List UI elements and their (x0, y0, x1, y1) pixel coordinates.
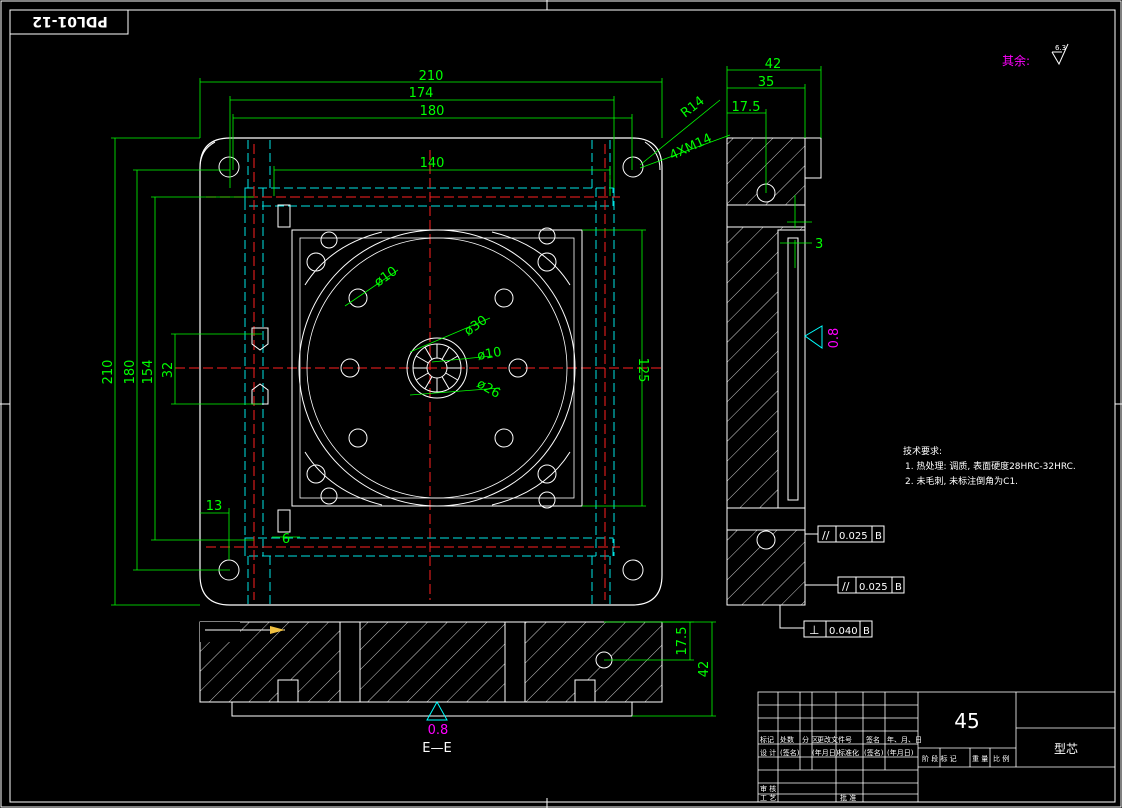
center-core (406, 337, 468, 399)
tb-r2-0: 设 计 (760, 748, 776, 757)
dim-dia-26: ø26 (474, 376, 503, 401)
tol-perp-sym: ⊥ (809, 623, 819, 637)
roughness-side-icon (804, 325, 823, 349)
tb-r1-1: 处数 (780, 735, 794, 744)
core-spoke (415, 355, 429, 364)
dim-dia-10-b: ø10 (476, 345, 503, 364)
rough-bottom-value: 0.8 (428, 723, 449, 738)
tb-r2-1: (签名) (780, 748, 800, 757)
dim-r14: R14 (678, 94, 707, 122)
tb-stage-0: 阶 段 标 记 (922, 754, 957, 763)
dim-side-17-5: 17.5 (732, 100, 761, 115)
core-spoke (445, 372, 459, 381)
tb-r1-2: 分 区 (802, 735, 818, 744)
core-spoke (441, 376, 450, 390)
roughness-note-value: 6.3 (1055, 44, 1066, 52)
dim-side-35: 35 (758, 75, 775, 90)
core-spoke (424, 376, 433, 390)
section-label: E—E (422, 741, 451, 756)
corner-hole-br (622, 559, 644, 581)
tb-r1-0: 标记 (760, 735, 774, 744)
dim-left-13: 13 (206, 499, 223, 514)
corner-hole-tr (622, 156, 644, 178)
section-view: 17.5 42 0.8 E—E (199, 621, 716, 756)
dim-dia-30: ø30 (462, 313, 491, 339)
tb-r2-2: (年月日) (812, 748, 839, 757)
dim-top-174: 174 (409, 86, 434, 101)
tb-r2-4: (签名) (864, 748, 884, 757)
tol-perp-datum: B (863, 626, 870, 637)
dim-right-125: 125 (635, 358, 650, 383)
tol-par-2-datum: B (895, 582, 902, 593)
code-stamp: PDL01-12 (9, 9, 129, 35)
tech-req-2: 2. 未毛刺, 未标注倒角为C1. (905, 475, 1018, 487)
corner-hole-tl (218, 156, 240, 178)
material-text: 45 (954, 709, 979, 733)
tb-r1-3: 更改文件号 (817, 735, 852, 744)
plan-view: 210 174 180 140 R14 4XM14 210 180 154 32… (101, 69, 731, 606)
dim-left-6: 6 (282, 532, 290, 547)
dim-left-210: 210 (101, 360, 116, 385)
tb-stage-2: 比 例 (993, 754, 1009, 763)
tech-req-1: 1. 热处理: 调质, 表面硬度28HRC-32HRC. (905, 460, 1076, 472)
tol-par-2-value: 0.025 (859, 582, 888, 593)
dim-left-154: 154 (141, 360, 156, 385)
code-stamp-text: PDL01-12 (32, 13, 108, 29)
tb-r2-5: (年月日) (887, 748, 914, 757)
dim-side-3: 3 (815, 237, 823, 252)
tech-requirements: 技术要求: 1. 热处理: 调质, 表面硬度28HRC-32HRC. 2. 未毛… (903, 445, 1076, 487)
core-spoke (415, 372, 429, 381)
core-spoke (441, 346, 450, 360)
dim-top-140: 140 (420, 156, 445, 171)
tb-stage-1: 重 量 (972, 755, 988, 763)
dim-dia-10-a: ø10 (372, 264, 401, 290)
rough-side-value: 0.8 (827, 328, 842, 349)
dim-top-210: 210 (419, 69, 444, 84)
tol-par-2-sym: // (842, 580, 850, 593)
core-spoke (424, 346, 433, 360)
tech-req-title: 技术要求: (903, 445, 942, 457)
dim-bottom-42: 42 (697, 661, 712, 678)
tb-r3-mid: 批 准 (840, 793, 856, 802)
dim-top-180: 180 (420, 104, 445, 119)
tol-par-1-sym: // (822, 529, 830, 542)
tol-par-1-datum: B (875, 531, 882, 542)
tb-r3-0: 审 核 (760, 784, 776, 793)
part-name-text: 型芯 (1054, 742, 1078, 756)
dim-bottom-17-5: 17.5 (675, 627, 690, 656)
cad-drawing-canvas: PDL01-12 其余: 6.3 210 174 180 140 R14 4XM… (0, 0, 1122, 808)
tol-perp-value: 0.040 (829, 626, 858, 637)
roughness-note-label: 其余: (1002, 53, 1030, 68)
dim-4xm14: 4XM14 (667, 131, 714, 164)
tb-r1-4: 签名 (866, 735, 880, 744)
tb-r2-3: 标准化 (838, 748, 859, 757)
roughness-note: 其余: 6.3 (1002, 43, 1069, 68)
plate-outline (199, 137, 663, 606)
tol-par-1-value: 0.025 (839, 531, 868, 542)
tb-r1-5: 年、月、日 (887, 735, 922, 744)
side-view: 42 35 17.5 3 0.8 (726, 57, 842, 606)
dim-side-42: 42 (765, 57, 782, 72)
dim-left-180: 180 (123, 360, 138, 385)
dim-left-32: 32 (161, 362, 176, 379)
tb-r3-1: 工 艺 (760, 794, 776, 802)
